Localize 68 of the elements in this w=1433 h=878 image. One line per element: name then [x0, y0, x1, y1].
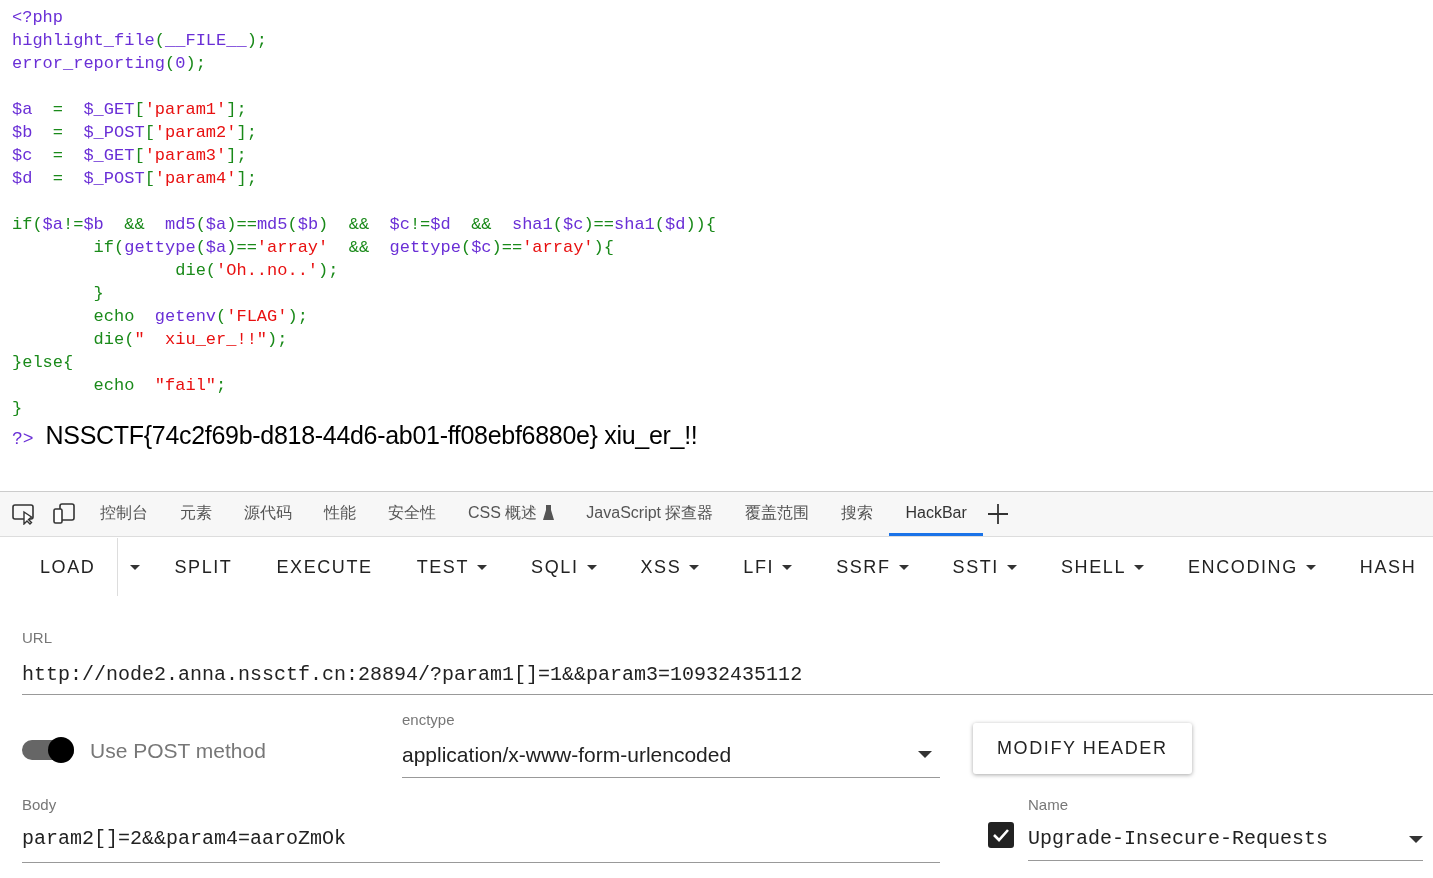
name-label: Name	[1028, 794, 1069, 815]
devtools-tab[interactable]: 元素	[164, 492, 228, 536]
modify-header-button[interactable]: MODIFY HEADER	[973, 722, 1192, 774]
toolbar-button[interactable]: SSRF	[814, 545, 931, 589]
code-line: die(" xiu_er_!!");	[92, 329, 289, 351]
toggle-switch[interactable]	[22, 740, 74, 761]
flag-output: NSSCTF{74c2f69b-d818-44d6-ab01-ff08ebf6880e} xiu_er_!!	[45, 424, 698, 447]
devtools-tab[interactable]: HackBar	[889, 492, 983, 536]
code-line: if($a!=$b && md5($a)==md5($b) && $c!=$d && sha1($c)==sha1($d)){	[12, 214, 717, 236]
toolbar-button[interactable]: ENCODING	[1166, 545, 1338, 589]
code-line: $a = $_GET['param1'];	[12, 99, 248, 121]
url-label: URL	[22, 628, 53, 648]
caret-icon	[1305, 564, 1316, 570]
code-line: <?php	[12, 7, 64, 29]
caret-icon	[1006, 564, 1017, 570]
header-name-select[interactable]: Upgrade-Insecure-Requests	[1028, 824, 1423, 861]
devtools-tab[interactable]: 性能	[308, 492, 372, 536]
toolbar-button[interactable]: SPLIT	[152, 545, 255, 589]
caret-icon	[130, 564, 141, 570]
toolbar-button[interactable]: EXECUTE	[254, 545, 395, 589]
toolbar-button[interactable]: SHELL	[1038, 545, 1166, 589]
code-line: $d = $_POST['param4'];	[12, 168, 258, 190]
code-line: highlight_file(__FILE__);	[12, 30, 269, 52]
devtools-tab[interactable]: 搜索	[825, 492, 890, 536]
code-line: if(gettype($a)=='array' && gettype($c)=='array'){	[92, 237, 615, 259]
code-line: }	[92, 283, 105, 305]
caret-icon	[586, 564, 597, 570]
caret-icon	[1409, 835, 1423, 843]
php-close-tag: ?>	[12, 428, 34, 451]
code-line: echo getenv('FLAG');	[92, 306, 309, 328]
code-line: error_reporting(0);	[12, 53, 207, 75]
toolbar-button[interactable]: SSTI	[930, 545, 1039, 589]
plus-icon[interactable]	[986, 503, 1009, 525]
caret-icon	[689, 564, 700, 570]
caret-icon	[477, 564, 488, 570]
toolbar-button[interactable]: LFI	[721, 545, 815, 589]
caret-icon	[1134, 564, 1144, 570]
code-line: }	[12, 398, 24, 420]
toolbar-button[interactable]: LOAD	[18, 545, 118, 589]
caret-icon	[782, 564, 793, 570]
check-icon	[992, 827, 1010, 842]
code-line: $c = $_GET['param3'];	[12, 145, 248, 167]
toolbar-button[interactable]: TEST	[394, 545, 510, 589]
enctype-select[interactable]: application/x-www-form-urlencoded	[402, 739, 940, 778]
body-field[interactable]: param2[]=2&&param4=aaroZmOk	[22, 824, 940, 863]
code-line: }else{	[12, 352, 75, 374]
devtools-tab[interactable]: 安全性	[372, 492, 452, 536]
toolbar-button[interactable]: XSS	[618, 545, 722, 589]
toolbar-button[interactable]: HASH	[1337, 545, 1433, 589]
flask-icon	[543, 505, 555, 520]
device-icon[interactable]	[52, 503, 76, 525]
inspect-icon[interactable]	[12, 503, 36, 525]
toolbar-button[interactable]: SQLI	[509, 545, 619, 589]
checkbox[interactable]	[988, 821, 1014, 848]
body-label: Body	[22, 794, 58, 815]
devtools-tab[interactable]: CSS 概述	[452, 492, 571, 536]
code-line: die('Oh..no..');	[174, 260, 340, 282]
caret-icon	[918, 751, 932, 759]
toggle-label: Use POST method	[90, 737, 266, 764]
devtools-tab[interactable]: 控制台	[84, 492, 164, 536]
devtools-tab[interactable]: 覆盖范围	[729, 492, 826, 536]
devtools-tab[interactable]: JavaScript 探查器	[570, 492, 730, 536]
code-line: echo "fail";	[92, 375, 228, 397]
devtools-tab[interactable]: 源代码	[228, 492, 308, 536]
caret-icon	[898, 564, 909, 570]
enctype-label: enctype	[402, 709, 456, 730]
url-field[interactable]: http://node2.anna.nssctf.cn:28894/?param1[]=1&&param3=10932435112	[22, 653, 1433, 695]
code-line: $b = $_POST['param2'];	[12, 122, 258, 144]
